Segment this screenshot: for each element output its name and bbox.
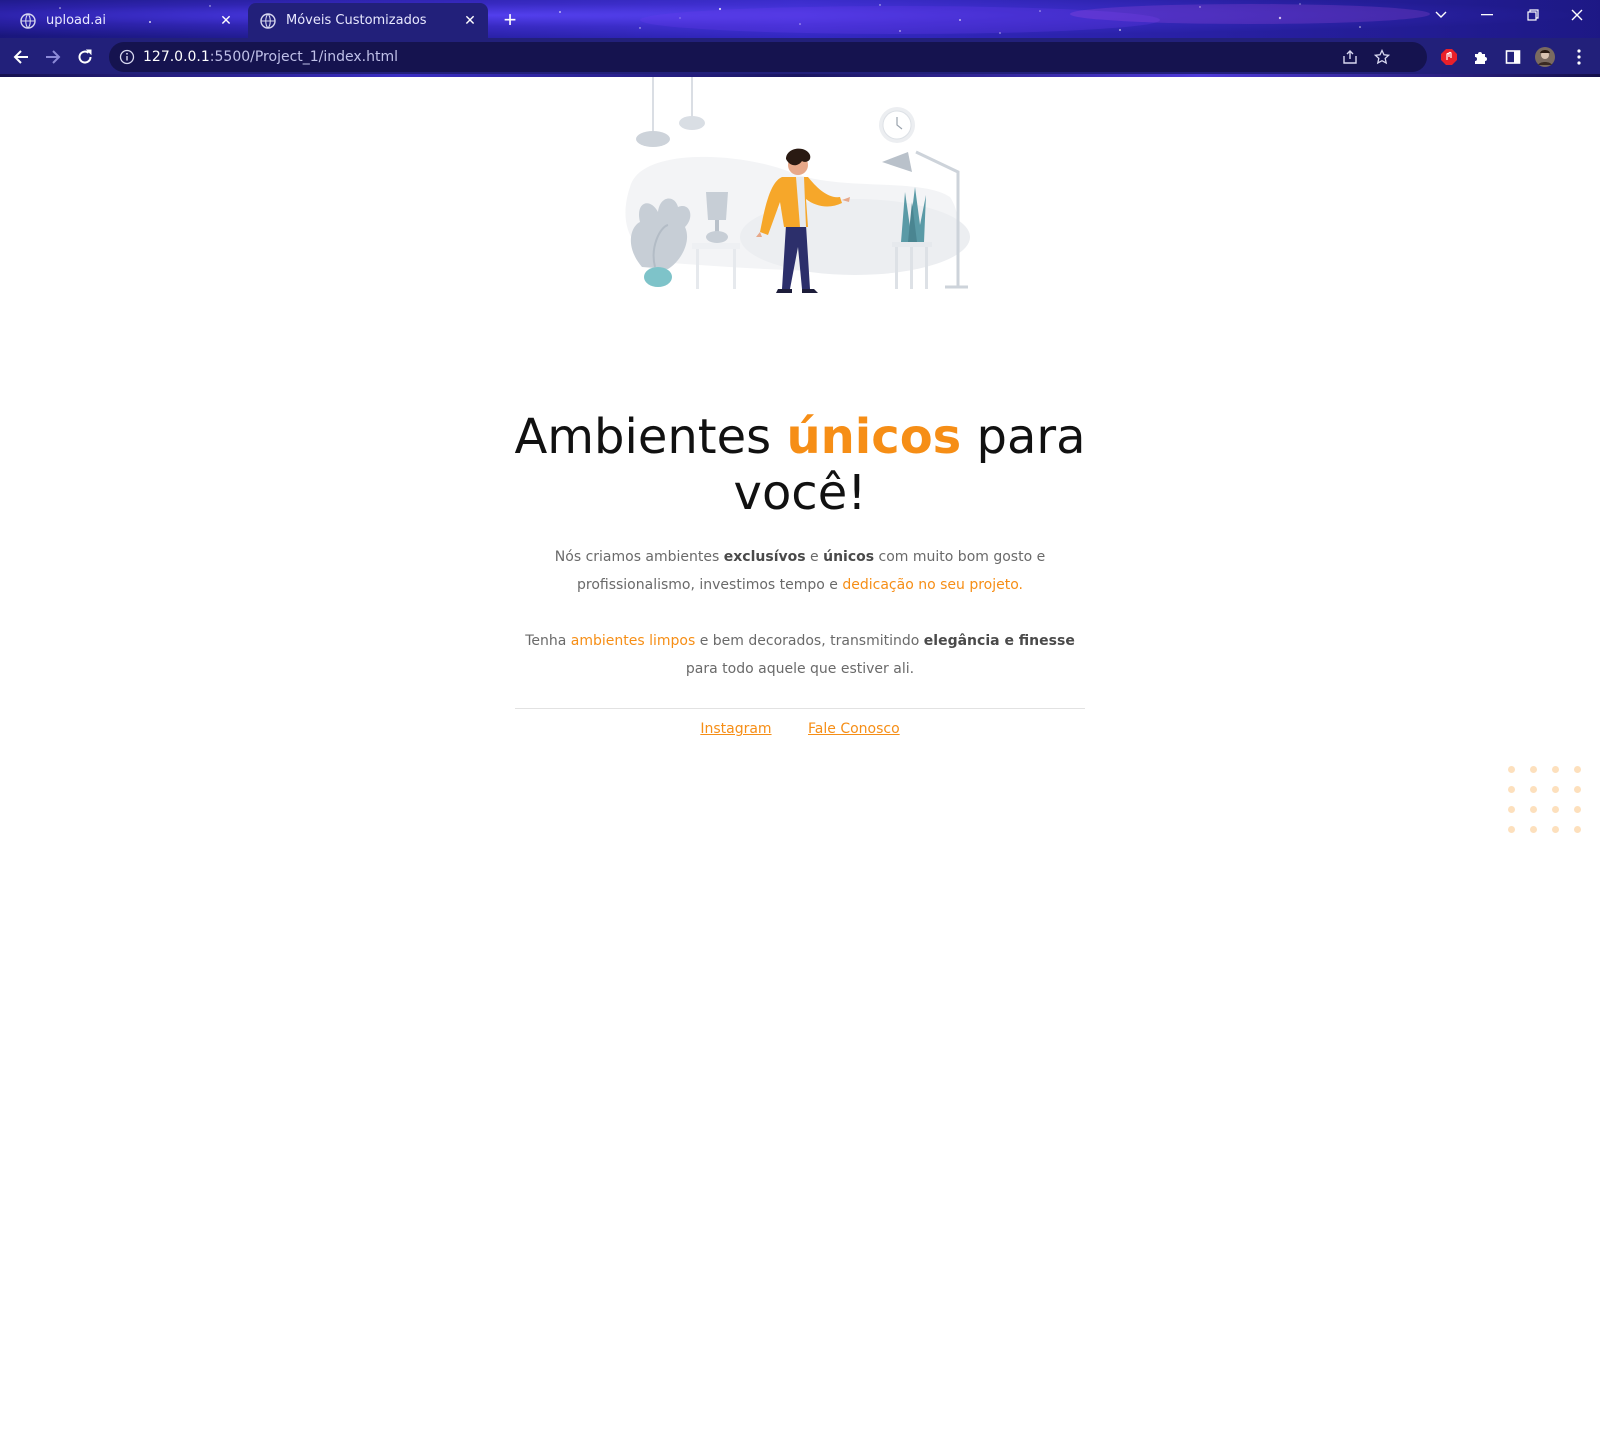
adblock-icon[interactable] xyxy=(1434,42,1464,72)
restore-icon[interactable] xyxy=(1510,0,1556,30)
tab-label: Móveis Customizados xyxy=(286,13,427,28)
browser-menu-icon[interactable] xyxy=(1564,42,1594,72)
intro-paragraph-2: Tenha ambientes limpos e bem decorados, … xyxy=(525,633,1075,677)
living-room-illustration xyxy=(625,77,970,293)
footer-links: Instagram Fale Conosco xyxy=(515,721,1085,737)
new-tab-button[interactable]: + xyxy=(496,6,524,34)
intro-paragraph-1: Nós criamos ambientes exclusívos e único… xyxy=(554,549,1046,593)
forward-arrow-icon[interactable] xyxy=(38,42,68,72)
side-panel-icon[interactable] xyxy=(1498,42,1528,72)
contact-link[interactable]: Fale Conosco xyxy=(808,721,900,737)
instagram-link[interactable]: Instagram xyxy=(700,721,771,737)
site-info-icon[interactable] xyxy=(119,49,135,65)
tab-moveis-customizados[interactable]: Móveis Customizados ✕ xyxy=(248,3,488,38)
page-content: Ambientes únicos para você! Nós criamos … xyxy=(0,77,1600,1448)
close-window-icon[interactable] xyxy=(1554,0,1600,30)
bookmark-star-icon[interactable] xyxy=(1367,42,1397,72)
reload-icon[interactable] xyxy=(70,42,100,72)
share-icon[interactable] xyxy=(1335,42,1365,72)
browser-tab-strip: upload.ai ✕ Móveis Customizados ✕ + xyxy=(0,0,1600,38)
tab-upload-ai[interactable]: upload.ai ✕ xyxy=(8,3,244,38)
extensions-puzzle-icon[interactable] xyxy=(1466,42,1496,72)
profile-avatar[interactable] xyxy=(1530,42,1560,72)
hero-title-accent: únicos xyxy=(786,409,962,465)
url-text: 127.0.0.1:5500/Project_1/index.html xyxy=(143,49,399,65)
tab-search-icon[interactable] xyxy=(1418,0,1464,30)
address-bar[interactable]: 127.0.0.1:5500/Project_1/index.html xyxy=(109,42,1427,72)
tab-label: upload.ai xyxy=(46,13,106,28)
browser-toolbar: 127.0.0.1:5500/Project_1/index.html xyxy=(0,38,1600,76)
globe-icon xyxy=(20,12,36,29)
content-divider xyxy=(515,708,1085,709)
back-arrow-icon[interactable] xyxy=(6,42,36,72)
minimize-icon[interactable] xyxy=(1464,0,1510,30)
hero-title: Ambientes únicos para você! xyxy=(514,409,1086,521)
close-tab-icon[interactable]: ✕ xyxy=(458,9,482,33)
close-tab-icon[interactable]: ✕ xyxy=(214,9,238,33)
globe-icon xyxy=(260,12,276,29)
